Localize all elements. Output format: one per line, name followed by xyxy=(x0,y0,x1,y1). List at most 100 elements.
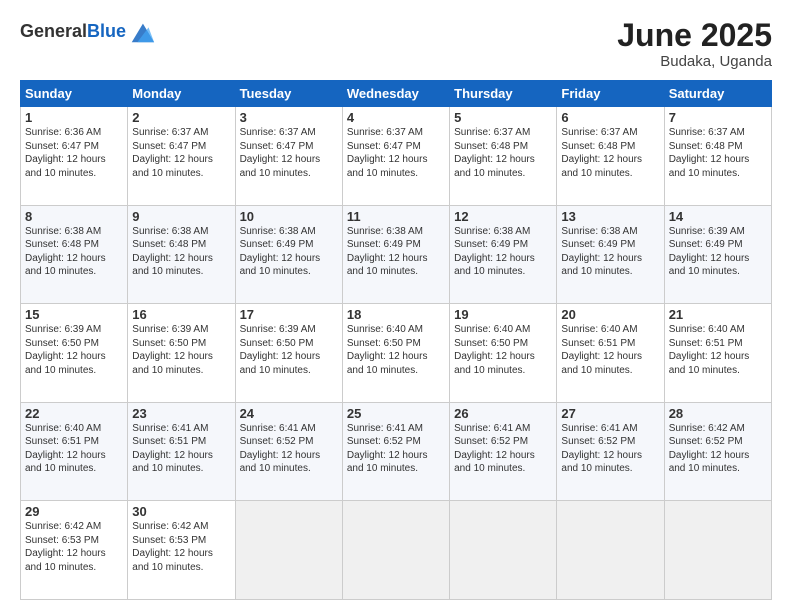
table-row: 4 Sunrise: 6:37 AM Sunset: 6:47 PM Dayli… xyxy=(342,107,449,206)
day-info: Sunrise: 6:40 AM Sunset: 6:51 PM Dayligh… xyxy=(561,323,659,377)
day-number: 10 xyxy=(240,209,338,224)
header: GeneralBlue June 2025 Budaka, Uganda xyxy=(20,18,772,70)
day-number: 3 xyxy=(240,110,338,125)
title-block: June 2025 Budaka, Uganda xyxy=(617,18,772,70)
day-info: Sunrise: 6:37 AM Sunset: 6:48 PM Dayligh… xyxy=(561,126,659,180)
col-friday: Friday xyxy=(557,81,664,107)
day-info: Sunrise: 6:41 AM Sunset: 6:52 PM Dayligh… xyxy=(454,422,552,476)
calendar-week-row: 8 Sunrise: 6:38 AM Sunset: 6:48 PM Dayli… xyxy=(21,205,772,304)
day-number: 24 xyxy=(240,406,338,421)
day-number: 8 xyxy=(25,209,123,224)
calendar-week-row: 29 Sunrise: 6:42 AM Sunset: 6:53 PM Dayl… xyxy=(21,501,772,600)
day-number: 26 xyxy=(454,406,552,421)
day-info: Sunrise: 6:40 AM Sunset: 6:50 PM Dayligh… xyxy=(454,323,552,377)
day-info: Sunrise: 6:40 AM Sunset: 6:50 PM Dayligh… xyxy=(347,323,445,377)
logo: GeneralBlue xyxy=(20,18,156,46)
table-row: 15 Sunrise: 6:39 AM Sunset: 6:50 PM Dayl… xyxy=(21,304,128,403)
day-number: 14 xyxy=(669,209,767,224)
col-wednesday: Wednesday xyxy=(342,81,449,107)
day-info: Sunrise: 6:37 AM Sunset: 6:47 PM Dayligh… xyxy=(240,126,338,180)
table-row: 18 Sunrise: 6:40 AM Sunset: 6:50 PM Dayl… xyxy=(342,304,449,403)
day-info: Sunrise: 6:39 AM Sunset: 6:50 PM Dayligh… xyxy=(240,323,338,377)
table-row: 25 Sunrise: 6:41 AM Sunset: 6:52 PM Dayl… xyxy=(342,402,449,501)
day-number: 9 xyxy=(132,209,230,224)
day-info: Sunrise: 6:37 AM Sunset: 6:48 PM Dayligh… xyxy=(669,126,767,180)
day-info: Sunrise: 6:42 AM Sunset: 6:53 PM Dayligh… xyxy=(132,520,230,574)
table-row: 9 Sunrise: 6:38 AM Sunset: 6:48 PM Dayli… xyxy=(128,205,235,304)
col-saturday: Saturday xyxy=(664,81,771,107)
calendar-table: Sunday Monday Tuesday Wednesday Thursday… xyxy=(20,80,772,600)
day-info: Sunrise: 6:36 AM Sunset: 6:47 PM Dayligh… xyxy=(25,126,123,180)
month-title: June 2025 xyxy=(617,18,772,53)
table-row: 20 Sunrise: 6:40 AM Sunset: 6:51 PM Dayl… xyxy=(557,304,664,403)
day-info: Sunrise: 6:38 AM Sunset: 6:49 PM Dayligh… xyxy=(240,225,338,279)
day-number: 22 xyxy=(25,406,123,421)
table-row: 7 Sunrise: 6:37 AM Sunset: 6:48 PM Dayli… xyxy=(664,107,771,206)
table-row: 28 Sunrise: 6:42 AM Sunset: 6:52 PM Dayl… xyxy=(664,402,771,501)
table-row xyxy=(235,501,342,600)
table-row: 13 Sunrise: 6:38 AM Sunset: 6:49 PM Dayl… xyxy=(557,205,664,304)
col-monday: Monday xyxy=(128,81,235,107)
calendar-week-row: 22 Sunrise: 6:40 AM Sunset: 6:51 PM Dayl… xyxy=(21,402,772,501)
day-number: 23 xyxy=(132,406,230,421)
table-row xyxy=(342,501,449,600)
page: GeneralBlue June 2025 Budaka, Uganda Sun… xyxy=(0,0,792,612)
table-row: 30 Sunrise: 6:42 AM Sunset: 6:53 PM Dayl… xyxy=(128,501,235,600)
day-info: Sunrise: 6:37 AM Sunset: 6:47 PM Dayligh… xyxy=(347,126,445,180)
table-row: 2 Sunrise: 6:37 AM Sunset: 6:47 PM Dayli… xyxy=(128,107,235,206)
table-row: 3 Sunrise: 6:37 AM Sunset: 6:47 PM Dayli… xyxy=(235,107,342,206)
table-row: 12 Sunrise: 6:38 AM Sunset: 6:49 PM Dayl… xyxy=(450,205,557,304)
table-row: 10 Sunrise: 6:38 AM Sunset: 6:49 PM Dayl… xyxy=(235,205,342,304)
day-number: 6 xyxy=(561,110,659,125)
table-row: 1 Sunrise: 6:36 AM Sunset: 6:47 PM Dayli… xyxy=(21,107,128,206)
day-number: 21 xyxy=(669,307,767,322)
day-info: Sunrise: 6:38 AM Sunset: 6:48 PM Dayligh… xyxy=(25,225,123,279)
table-row: 5 Sunrise: 6:37 AM Sunset: 6:48 PM Dayli… xyxy=(450,107,557,206)
day-number: 16 xyxy=(132,307,230,322)
logo-icon xyxy=(128,18,156,46)
day-number: 2 xyxy=(132,110,230,125)
table-row: 16 Sunrise: 6:39 AM Sunset: 6:50 PM Dayl… xyxy=(128,304,235,403)
day-info: Sunrise: 6:42 AM Sunset: 6:53 PM Dayligh… xyxy=(25,520,123,574)
table-row: 24 Sunrise: 6:41 AM Sunset: 6:52 PM Dayl… xyxy=(235,402,342,501)
day-number: 5 xyxy=(454,110,552,125)
table-row: 29 Sunrise: 6:42 AM Sunset: 6:53 PM Dayl… xyxy=(21,501,128,600)
day-number: 19 xyxy=(454,307,552,322)
day-number: 7 xyxy=(669,110,767,125)
day-info: Sunrise: 6:40 AM Sunset: 6:51 PM Dayligh… xyxy=(669,323,767,377)
day-info: Sunrise: 6:37 AM Sunset: 6:48 PM Dayligh… xyxy=(454,126,552,180)
day-info: Sunrise: 6:39 AM Sunset: 6:50 PM Dayligh… xyxy=(132,323,230,377)
table-row xyxy=(450,501,557,600)
table-row: 17 Sunrise: 6:39 AM Sunset: 6:50 PM Dayl… xyxy=(235,304,342,403)
day-number: 4 xyxy=(347,110,445,125)
day-number: 15 xyxy=(25,307,123,322)
day-number: 20 xyxy=(561,307,659,322)
table-row: 27 Sunrise: 6:41 AM Sunset: 6:52 PM Dayl… xyxy=(557,402,664,501)
day-number: 27 xyxy=(561,406,659,421)
calendar-week-row: 1 Sunrise: 6:36 AM Sunset: 6:47 PM Dayli… xyxy=(21,107,772,206)
table-row: 8 Sunrise: 6:38 AM Sunset: 6:48 PM Dayli… xyxy=(21,205,128,304)
col-thursday: Thursday xyxy=(450,81,557,107)
day-info: Sunrise: 6:41 AM Sunset: 6:51 PM Dayligh… xyxy=(132,422,230,476)
day-number: 25 xyxy=(347,406,445,421)
day-info: Sunrise: 6:41 AM Sunset: 6:52 PM Dayligh… xyxy=(347,422,445,476)
col-sunday: Sunday xyxy=(21,81,128,107)
day-info: Sunrise: 6:38 AM Sunset: 6:49 PM Dayligh… xyxy=(454,225,552,279)
table-row: 19 Sunrise: 6:40 AM Sunset: 6:50 PM Dayl… xyxy=(450,304,557,403)
table-row: 11 Sunrise: 6:38 AM Sunset: 6:49 PM Dayl… xyxy=(342,205,449,304)
day-number: 30 xyxy=(132,504,230,519)
day-number: 1 xyxy=(25,110,123,125)
table-row xyxy=(664,501,771,600)
table-row: 14 Sunrise: 6:39 AM Sunset: 6:49 PM Dayl… xyxy=(664,205,771,304)
day-number: 13 xyxy=(561,209,659,224)
day-number: 17 xyxy=(240,307,338,322)
day-info: Sunrise: 6:38 AM Sunset: 6:49 PM Dayligh… xyxy=(561,225,659,279)
table-row: 21 Sunrise: 6:40 AM Sunset: 6:51 PM Dayl… xyxy=(664,304,771,403)
day-info: Sunrise: 6:39 AM Sunset: 6:49 PM Dayligh… xyxy=(669,225,767,279)
table-row: 6 Sunrise: 6:37 AM Sunset: 6:48 PM Dayli… xyxy=(557,107,664,206)
day-info: Sunrise: 6:40 AM Sunset: 6:51 PM Dayligh… xyxy=(25,422,123,476)
calendar-week-row: 15 Sunrise: 6:39 AM Sunset: 6:50 PM Dayl… xyxy=(21,304,772,403)
day-number: 11 xyxy=(347,209,445,224)
calendar-header-row: Sunday Monday Tuesday Wednesday Thursday… xyxy=(21,81,772,107)
logo-general: GeneralBlue xyxy=(20,22,126,42)
